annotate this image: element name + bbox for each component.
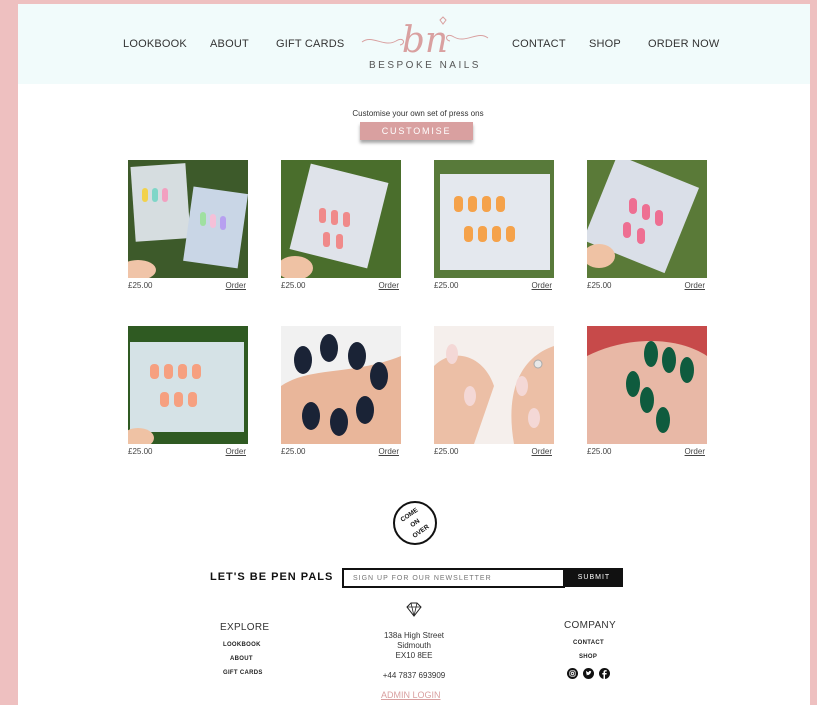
website-page: LOOKBOOK ABOUT GIFT CARDS bn BESPOKE NAI… bbox=[18, 4, 810, 705]
product-order-link[interactable]: Order bbox=[532, 281, 552, 290]
address-line-1: 138a High Street bbox=[383, 631, 445, 640]
instagram-icon[interactable] bbox=[567, 666, 578, 679]
product-order-link[interactable]: Order bbox=[379, 447, 399, 456]
logo-flourish: bn bbox=[361, 16, 489, 61]
footer-link-contact[interactable]: CONTACT bbox=[573, 640, 604, 646]
twitter-icon[interactable] bbox=[583, 666, 594, 679]
product-order-link[interactable]: Order bbox=[685, 281, 705, 290]
nav-about[interactable]: ABOUT bbox=[210, 38, 249, 50]
product-price: £25.00 bbox=[281, 281, 306, 290]
product-order-link[interactable]: Order bbox=[685, 447, 705, 456]
newsletter-submit-button[interactable]: SUBMIT bbox=[565, 568, 623, 587]
newsletter-heading: LET'S BE PEN PALS bbox=[210, 571, 334, 583]
product-image[interactable] bbox=[281, 326, 401, 444]
footer-link-about[interactable]: ABOUT bbox=[230, 656, 253, 662]
product-order-link[interactable]: Order bbox=[226, 447, 246, 456]
customise-lead: Customise your own set of press ons bbox=[352, 109, 484, 118]
product-card: £25.00 Order bbox=[281, 326, 401, 456]
product-price: £25.00 bbox=[434, 281, 459, 290]
product-price: £25.00 bbox=[281, 447, 306, 456]
nav-shop[interactable]: SHOP bbox=[589, 38, 621, 50]
site-header: LOOKBOOK ABOUT GIFT CARDS bn BESPOKE NAI… bbox=[18, 4, 810, 84]
address-line-3: EX10 8EE bbox=[395, 651, 433, 660]
footer-link-gift-cards[interactable]: GIFT CARDS bbox=[223, 670, 263, 676]
footer-explore-heading: EXPLORE bbox=[220, 622, 270, 633]
product-image[interactable] bbox=[128, 160, 248, 278]
address-line-2: Sidmouth bbox=[397, 641, 431, 650]
product-price: £25.00 bbox=[434, 447, 459, 456]
footer-company-heading: COMPANY bbox=[564, 620, 616, 631]
product-price: £25.00 bbox=[587, 281, 612, 290]
nav-lookbook[interactable]: LOOKBOOK bbox=[123, 38, 187, 50]
diamond-icon bbox=[405, 600, 423, 618]
product-image[interactable] bbox=[128, 326, 248, 444]
product-price: £25.00 bbox=[128, 281, 153, 290]
product-price: £25.00 bbox=[587, 447, 612, 456]
product-image[interactable] bbox=[434, 326, 554, 444]
logo[interactable]: bn BESPOKE NAILS bbox=[360, 14, 490, 76]
product-image[interactable] bbox=[587, 160, 707, 278]
product-card: £25.00 Order bbox=[128, 160, 248, 290]
product-order-link[interactable]: Order bbox=[226, 281, 246, 290]
product-card: £25.00 Order bbox=[281, 160, 401, 290]
nav-order-now[interactable]: ORDER NOW bbox=[648, 38, 719, 50]
nav-gift-cards[interactable]: GIFT CARDS bbox=[276, 38, 344, 50]
product-price: £25.00 bbox=[128, 447, 153, 456]
newsletter-email-input[interactable] bbox=[342, 568, 565, 588]
admin-login-link[interactable]: ADMIN LOGIN bbox=[381, 690, 441, 700]
logo-monogram: bn bbox=[402, 20, 448, 60]
phone-number: +44 7837 693909 bbox=[382, 671, 446, 680]
nav-contact[interactable]: CONTACT bbox=[512, 38, 566, 50]
customise-button[interactable]: CUSTOMISE bbox=[360, 122, 473, 140]
product-card: £25.00 Order bbox=[434, 160, 554, 290]
product-order-link[interactable]: Order bbox=[379, 281, 399, 290]
product-image[interactable] bbox=[281, 160, 401, 278]
logo-name: BESPOKE NAILS bbox=[369, 60, 481, 71]
product-card: £25.00 Order bbox=[128, 326, 248, 456]
product-card: £25.00 Order bbox=[587, 326, 707, 456]
footer-link-lookbook[interactable]: LOOKBOOK bbox=[223, 642, 261, 648]
footer-link-shop[interactable]: SHOP bbox=[579, 654, 597, 660]
product-card: £25.00 Order bbox=[587, 160, 707, 290]
product-image[interactable] bbox=[434, 160, 554, 278]
product-card: £25.00 Order bbox=[434, 326, 554, 456]
product-image[interactable] bbox=[587, 326, 707, 444]
product-order-link[interactable]: Order bbox=[532, 447, 552, 456]
facebook-icon[interactable] bbox=[599, 666, 610, 679]
come-on-over-badge: COME ON OVER bbox=[392, 500, 438, 546]
